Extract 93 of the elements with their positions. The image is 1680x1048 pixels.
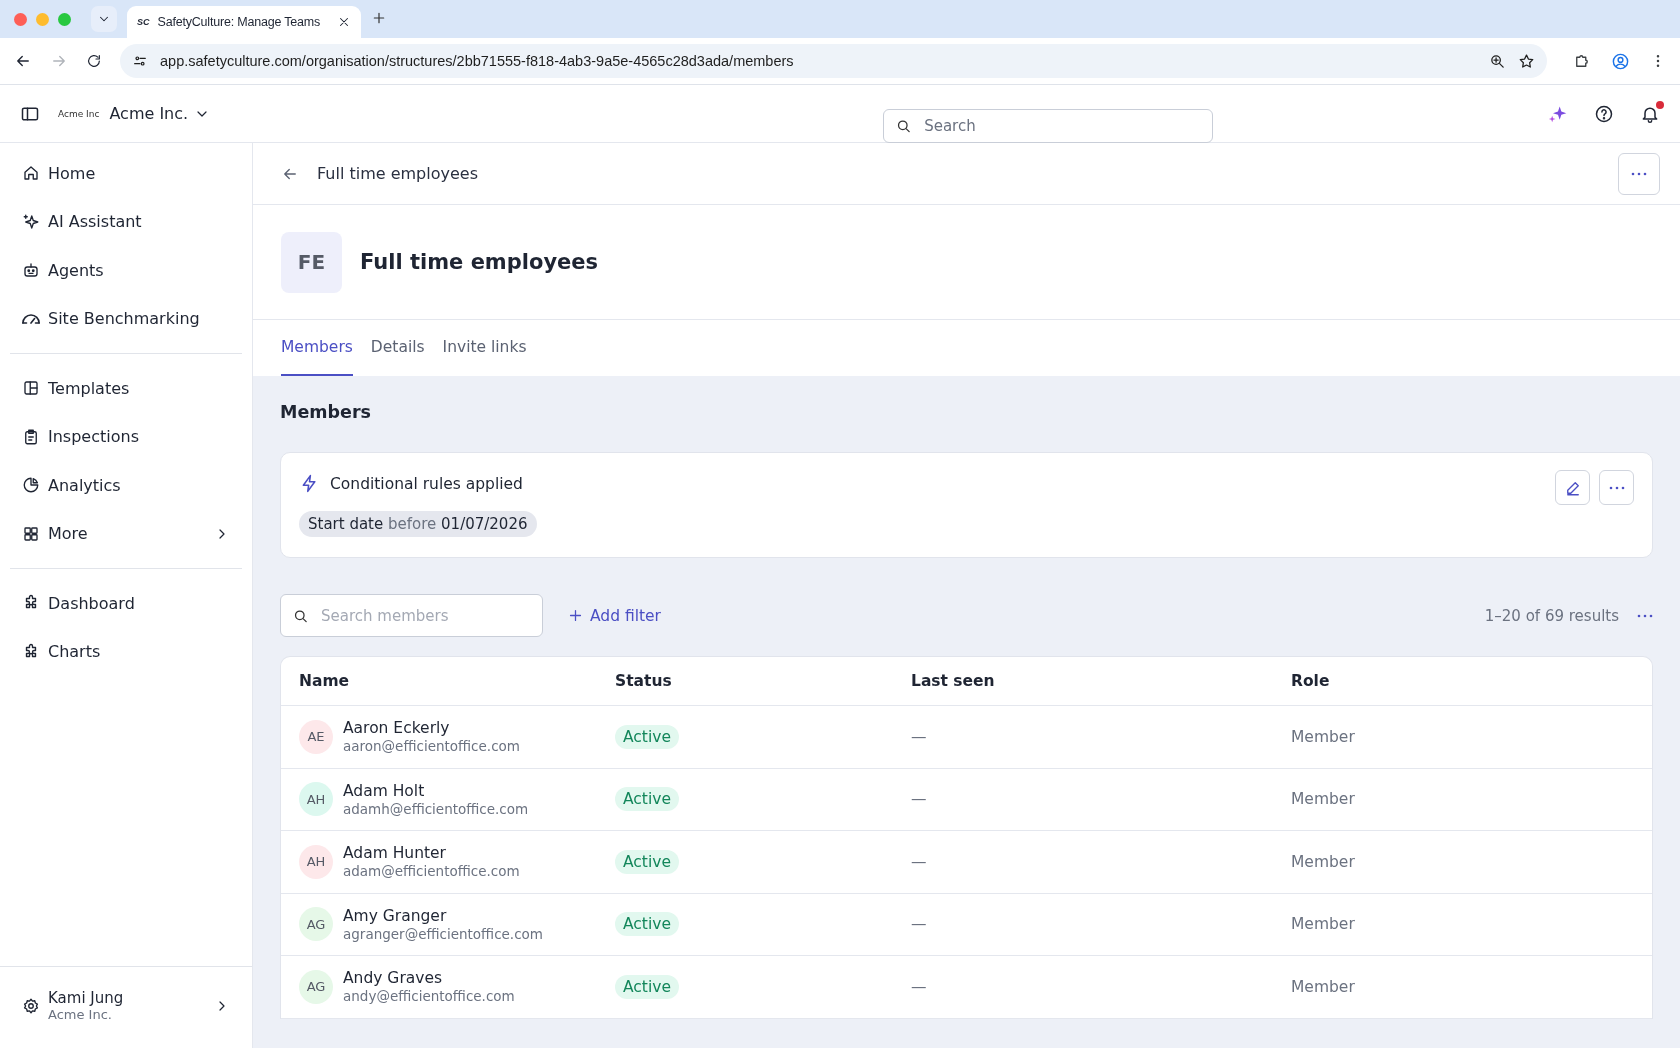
- member-email: aaron@efficientoffice.com: [343, 738, 520, 755]
- star-icon: [1518, 52, 1535, 70]
- breadcrumb: Full time employees: [317, 164, 478, 183]
- zoom-window-icon[interactable]: [58, 12, 71, 26]
- member-email: adam@efficientoffice.com: [343, 863, 520, 880]
- tab-list-button[interactable]: [91, 6, 117, 32]
- member-name: Adam Holt: [343, 781, 426, 801]
- role: Member: [1291, 727, 1356, 746]
- role: Member: [1291, 977, 1356, 996]
- user-menu[interactable]: Kami Jung Acme Inc.: [0, 966, 252, 1048]
- clipboard-icon: [22, 427, 40, 446]
- sidebar-item[interactable]: More: [10, 509, 242, 558]
- last-seen: —: [911, 915, 928, 934]
- status-badge: Active: [615, 974, 679, 999]
- sidebar-item[interactable]: Dashboard: [10, 579, 242, 628]
- avatar: AE: [299, 719, 333, 754]
- column-header: Last seen: [911, 672, 996, 690]
- close-window-icon[interactable]: [14, 12, 27, 26]
- page-title: Full time employees: [360, 250, 599, 274]
- member-name: Aaron Eckerly: [343, 719, 451, 739]
- search-icon: [292, 607, 309, 624]
- results-count: 1–20 of 69 results: [1484, 606, 1619, 625]
- settings-icon: [22, 996, 40, 1015]
- last-seen: —: [911, 977, 928, 996]
- column-header: Name: [299, 672, 351, 690]
- robot-icon: [22, 261, 40, 280]
- role: Member: [1291, 915, 1356, 934]
- avatar: AG: [299, 969, 333, 1004]
- status-badge: Active: [615, 849, 679, 874]
- section-title: Members: [280, 402, 372, 422]
- search-field[interactable]: Search: [883, 108, 1214, 143]
- template-icon: [22, 379, 40, 398]
- extensions-icon: [1573, 52, 1591, 70]
- ellipsis-icon: [1637, 613, 1653, 618]
- rules-title: Conditional rules applied: [330, 474, 523, 493]
- column-header: Role: [1291, 672, 1331, 690]
- profile-icon: [1611, 51, 1630, 71]
- column-header: Status: [615, 672, 673, 690]
- grid-icon: [22, 524, 40, 543]
- sidebar-item[interactable]: Site Benchmarking: [10, 294, 242, 343]
- group-avatar: FE: [281, 231, 342, 293]
- rule-chip: Start date before 01/07/2026: [299, 511, 537, 537]
- last-seen: —: [911, 790, 928, 809]
- help-icon: [1594, 103, 1614, 124]
- last-seen: —: [911, 852, 928, 871]
- status-badge: Active: [615, 912, 679, 937]
- logo-text: Acme Inc: [58, 108, 100, 119]
- search-icon: [895, 117, 913, 134]
- more-button[interactable]: [1637, 613, 1653, 618]
- ellipsis-icon: [1631, 171, 1647, 176]
- member-email: andy@efficientoffice.com: [343, 988, 515, 1005]
- member-name: Adam Hunter: [343, 844, 447, 864]
- role: Member: [1291, 790, 1356, 809]
- close-icon: [337, 15, 351, 29]
- org-switcher[interactable]: Acme Inc.: [109, 104, 211, 123]
- sidebar-item[interactable]: Home: [10, 149, 242, 198]
- sidebar-item[interactable]: AI Assistant: [10, 197, 242, 246]
- tab-title: SafetyCulture: Manage Teams: [157, 15, 322, 29]
- browser-tab[interactable]: SC SafetyCulture: Manage Teams: [127, 6, 361, 38]
- sparkle-icon: [22, 212, 40, 231]
- member-email: agranger@efficientoffice.com: [343, 925, 543, 942]
- sidebar-item[interactable]: Agents: [10, 246, 242, 295]
- sidebar-item[interactable]: Analytics: [10, 461, 242, 510]
- plus-icon: [567, 607, 584, 624]
- url-text: app.safetyculture.com/organisation/structures/2bb71555-f818-4ab3-9a5e-4565c28d3ada/members: [160, 53, 795, 69]
- role: Member: [1291, 852, 1356, 871]
- avatar: AH: [299, 782, 333, 817]
- pie-chart-icon: [22, 476, 40, 495]
- sidebar-item[interactable]: Templates: [10, 364, 242, 413]
- member-name: Andy Graves: [343, 969, 444, 989]
- zoom-in-icon: [1489, 52, 1506, 70]
- add-filter-button[interactable]: Add filter: [567, 606, 661, 625]
- reload-icon: [86, 53, 102, 69]
- favicon: SC: [137, 17, 150, 27]
- status-badge: Active: [615, 724, 679, 749]
- home-icon: [22, 164, 40, 183]
- site-settings-icon: [132, 53, 148, 69]
- tab[interactable]: Members: [281, 320, 353, 376]
- member-email: adamh@efficientoffice.com: [343, 800, 529, 817]
- avatar: AH: [299, 844, 333, 879]
- ellipsis-icon: [1608, 485, 1625, 490]
- member-name: Amy Granger: [343, 906, 448, 926]
- sidebar-item[interactable]: Charts: [10, 627, 242, 676]
- address-bar[interactable]: app.safetyculture.com/organisation/structures/2bb71555-f818-4ab3-9a5e-4565c28d3ada/members: [120, 44, 1547, 78]
- status-badge: Active: [615, 787, 679, 812]
- avatar: AG: [299, 907, 333, 942]
- tab[interactable]: Details: [370, 320, 425, 376]
- minimize-window-icon[interactable]: [36, 12, 49, 26]
- edit-button[interactable]: [1555, 470, 1590, 505]
- tab[interactable]: Invite links: [442, 320, 527, 376]
- last-seen: —: [911, 727, 928, 746]
- search-field[interactable]: Search members: [280, 594, 543, 637]
- sidebar-item[interactable]: Inspections: [10, 412, 242, 461]
